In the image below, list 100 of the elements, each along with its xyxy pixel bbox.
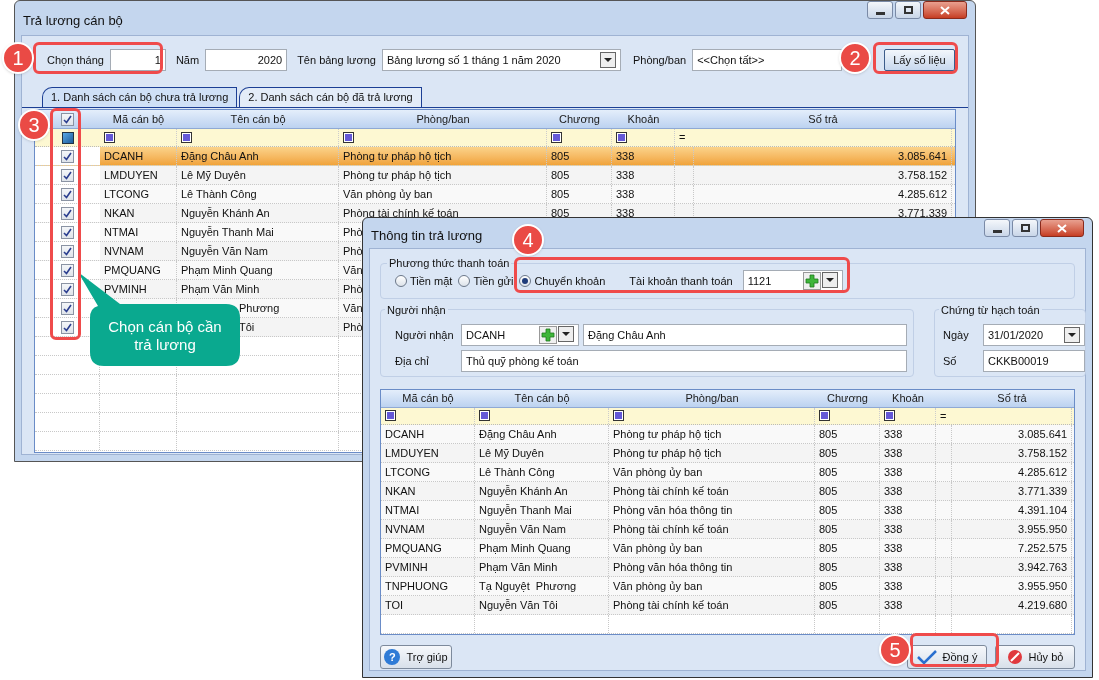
column-header[interactable]: Mã cán bộ <box>402 390 454 407</box>
filter-icon[interactable] <box>104 132 115 143</box>
help-button[interactable]: ? Trợ giúp <box>380 645 452 669</box>
table-cell-text: Tạ Nguyệt Phương <box>479 578 577 594</box>
checkbox[interactable] <box>61 282 74 296</box>
maximize-button[interactable] <box>1012 219 1038 237</box>
checkbox[interactable] <box>61 168 74 182</box>
column-header[interactable]: Khoản <box>627 110 660 128</box>
table-row[interactable]: NKAN Nguyễn Khánh An Phòng tài chính kế toán 805 338 3.771.339 <box>381 482 1074 501</box>
table-cell-text: Nguyễn Khánh An <box>479 483 568 499</box>
checkbox[interactable] <box>61 149 74 163</box>
radio-option[interactable]: Tiền gửi <box>458 272 514 290</box>
checkbox[interactable] <box>61 301 74 315</box>
filter-icon[interactable] <box>479 410 490 422</box>
table-cell-text: Phò <box>343 224 363 240</box>
cancel-button[interactable]: Hủy bỏ <box>995 645 1075 669</box>
table-row[interactable]: LMDUYEN Lê Mỹ Duyên Phòng tư pháp hộ tịch 805 338 3.758.152 <box>35 166 955 185</box>
filter-icon[interactable] <box>385 410 396 422</box>
table-cell-text: 805 <box>819 483 838 499</box>
filter-icon[interactable] <box>613 410 624 422</box>
table-row[interactable]: DCANH Đặng Châu Anh Phòng tư pháp hộ tịch 805 338 3.085.641 <box>35 147 955 166</box>
table-row[interactable]: NTMAI Nguyễn Thanh Mai Phòng văn hóa thông tin 805 338 4.391.104 <box>381 501 1074 520</box>
filter-icon[interactable] <box>616 132 627 143</box>
column-header[interactable]: Chương <box>827 390 868 407</box>
radio-button[interactable] <box>519 275 532 287</box>
table-cell-text: 4.285.612 <box>1018 464 1067 480</box>
minimize-button[interactable] <box>984 219 1010 237</box>
year-field[interactable]: 2020 <box>205 49 288 71</box>
month-field[interactable]: 1 <box>109 49 166 71</box>
radio-option[interactable]: Chuyển khoản <box>519 272 606 290</box>
column-header[interactable]: Phòng/ban <box>416 110 470 128</box>
filter-icon[interactable] <box>884 410 895 422</box>
filter-icon[interactable] <box>343 132 354 143</box>
table-row[interactable]: TOI Nguyễn Văn Tôi Phòng tài chính kế toán 805 338 4.219.680 <box>381 596 1074 615</box>
table-row[interactable]: NVNAM Nguyễn Văn Nam Phòng tài chính kế toán 805 338 3.955.950 <box>381 520 1074 539</box>
table-cell-text: NVNAM <box>385 521 425 537</box>
address-field[interactable]: Thủ quỹ phòng kế toán <box>461 350 907 372</box>
table-cell-text: Phòng tài chính kế toán <box>613 597 729 613</box>
number-field[interactable]: CKKB00019 <box>983 350 1085 372</box>
payroll-select[interactable]: Bảng lương số 1 tháng 1 năm 2020 <box>381 49 621 71</box>
table-row[interactable]: LTCONG Lê Thành Công Văn phòng ủy ban 805 338 4.285.612 <box>381 463 1074 482</box>
tab[interactable]: 2. Danh sách cán bộ đã trả lương <box>239 87 422 107</box>
checkbox[interactable] <box>61 244 74 258</box>
column-header[interactable]: Chương <box>559 110 600 128</box>
filter-operator[interactable]: = <box>679 129 686 146</box>
checkbox[interactable] <box>61 206 74 220</box>
column-header[interactable]: Tên cán bộ <box>230 110 286 128</box>
table-row[interactable]: DCANH Đặng Châu Anh Phòng tư pháp hộ tịch 805 338 3.085.641 <box>381 425 1074 444</box>
dropdown-button[interactable] <box>558 326 574 342</box>
table-cell-text: 805 <box>819 521 838 537</box>
add-button[interactable] <box>539 326 557 344</box>
filter-operator[interactable]: = <box>940 407 947 424</box>
table-row[interactable]: PVMINH Phạm Văn Minh Phòng văn hóa thông tin 805 338 3.942.763 <box>381 558 1074 577</box>
table-row[interactable]: LTCONG Lê Thành Công Văn phòng ủy ban 805 338 4.285.612 <box>35 185 955 204</box>
tab[interactable]: 1. Danh sách cán bộ chưa trả lương <box>42 87 238 107</box>
column-header[interactable]: Mã cán bộ <box>112 110 165 128</box>
checkbox[interactable] <box>61 112 74 126</box>
checkbox[interactable] <box>61 263 74 277</box>
table-cell-text: Tôi <box>239 319 255 335</box>
radio-option[interactable]: Tiền mặt <box>395 272 453 290</box>
recipient-code-field[interactable]: DCANH <box>461 324 579 346</box>
table-cell-text: Nguyễn Văn Nam <box>181 243 268 259</box>
dropdown-button[interactable] <box>821 272 838 288</box>
table-cell-text: 4.285.612 <box>898 186 947 202</box>
column-header[interactable]: Số trả <box>808 110 838 128</box>
filter-icon[interactable] <box>551 132 562 143</box>
column-header[interactable]: Phòng/ban <box>685 390 739 407</box>
checkbox[interactable] <box>61 187 74 201</box>
table-row[interactable]: PMQUANG Phạm Minh Quang Văn phòng ủy ban 805 338 7.252.575 <box>381 539 1074 558</box>
table-row[interactable]: LMDUYEN Lê Mỹ Duyên Phòng tư pháp hộ tịch 805 338 3.758.152 <box>381 444 1074 463</box>
radio-button[interactable] <box>395 275 407 287</box>
table-cell-text: NKAN <box>104 205 135 221</box>
filter-icon[interactable] <box>61 131 74 144</box>
table-cell-text: Văn phòng ủy ban <box>613 540 703 556</box>
close-button[interactable] <box>1040 219 1084 237</box>
checkbox[interactable] <box>61 225 74 239</box>
close-button[interactable] <box>923 1 967 19</box>
add-button[interactable] <box>802 272 821 290</box>
table-cell-text: LTCONG <box>385 464 431 480</box>
table-cell-text: Văn phòng ủy ban <box>613 464 703 480</box>
recipient-label: Người nhận <box>395 327 455 343</box>
column-header[interactable]: Số trả <box>997 390 1027 407</box>
recipient-name-field[interactable]: Đặng Châu Anh <box>583 324 907 346</box>
date-field[interactable]: 31/01/2020 <box>983 324 1085 346</box>
dropdown-button[interactable] <box>599 52 616 68</box>
table-cell-text: 3.771.339 <box>1018 483 1067 499</box>
maximize-button[interactable] <box>895 1 921 19</box>
table-row[interactable]: TNPHUONG Tạ Nguyệt Phương Văn phòng ủy ban 805 338 3.955.950 <box>381 577 1074 596</box>
table-cell-text: Phòng tư pháp hộ tịch <box>613 445 722 461</box>
checkbox[interactable] <box>61 320 74 334</box>
radio-button[interactable] <box>458 275 471 287</box>
filter-icon[interactable] <box>181 132 192 143</box>
column-header[interactable]: Khoản <box>892 390 924 407</box>
account-field[interactable]: 1121 <box>742 270 843 292</box>
department-field[interactable]: <<Chọn tất>> <box>692 49 843 71</box>
filter-icon[interactable] <box>819 410 830 422</box>
fetch-button[interactable]: Lấy số liệu <box>884 49 955 71</box>
dropdown-button[interactable] <box>1064 327 1080 343</box>
column-header[interactable]: Tên cán bộ <box>514 390 570 407</box>
minimize-button[interactable] <box>867 1 893 19</box>
